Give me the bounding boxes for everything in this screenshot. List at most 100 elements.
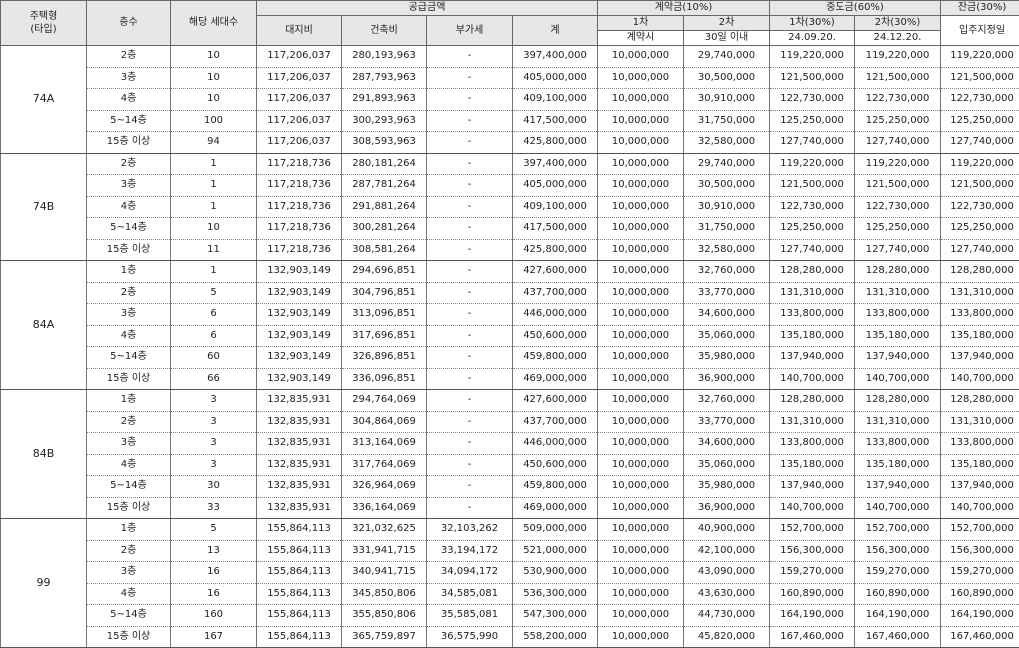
balance-cell: 131,310,000	[941, 411, 1019, 433]
type-cell: 74B	[1, 153, 87, 261]
vat-cell: -	[427, 433, 513, 455]
middle-2-cell: 135,180,000	[855, 454, 941, 476]
vat-cell: -	[427, 390, 513, 412]
middle-1-cell: 140,700,000	[770, 368, 855, 390]
header-floor: 층수	[87, 1, 171, 46]
deposit-2-cell: 43,090,000	[684, 562, 770, 584]
vat-cell: 34,094,172	[427, 562, 513, 584]
middle-2-cell: 140,700,000	[855, 497, 941, 519]
middle-2-cell: 131,310,000	[855, 411, 941, 433]
deposit-1-cell: 10,000,000	[598, 239, 684, 261]
table-row: 15층 이상94117,206,037308,593,963-425,800,0…	[1, 132, 1019, 154]
balance-cell: 127,740,000	[941, 239, 1019, 261]
table-row: 3층3132,835,931313,164,069-446,000,00010,…	[1, 433, 1019, 455]
middle-2-cell: 137,940,000	[855, 476, 941, 498]
table-row: 2층5132,903,149304,796,851-437,700,00010,…	[1, 282, 1019, 304]
deposit-1-cell: 10,000,000	[598, 67, 684, 89]
land-cost-cell: 117,206,037	[257, 89, 342, 111]
header-type: 주택형 (타입)	[1, 1, 87, 46]
total-cell: 450,600,000	[513, 454, 598, 476]
land-cost-cell: 155,864,113	[257, 626, 342, 648]
vat-cell: -	[427, 175, 513, 197]
units-cell: 10	[171, 89, 257, 111]
land-cost-cell: 117,206,037	[257, 110, 342, 132]
table-row: 5~14층160155,864,113355,850,80635,585,081…	[1, 605, 1019, 627]
header-building: 건축비	[342, 16, 427, 46]
units-cell: 66	[171, 368, 257, 390]
deposit-1-cell: 10,000,000	[598, 347, 684, 369]
building-cost-cell: 280,193,963	[342, 46, 427, 68]
building-cost-cell: 326,964,069	[342, 476, 427, 498]
units-cell: 6	[171, 325, 257, 347]
units-cell: 3	[171, 411, 257, 433]
total-cell: 425,800,000	[513, 132, 598, 154]
table-row: 4층3132,835,931317,764,069-450,600,00010,…	[1, 454, 1019, 476]
total-cell: 459,800,000	[513, 476, 598, 498]
deposit-1-cell: 10,000,000	[598, 110, 684, 132]
balance-cell: 140,700,000	[941, 368, 1019, 390]
header-mid2-date: 24.12.20.	[855, 31, 941, 46]
deposit-2-cell: 30,500,000	[684, 67, 770, 89]
building-cost-cell: 308,593,963	[342, 132, 427, 154]
units-cell: 10	[171, 67, 257, 89]
middle-1-cell: 160,890,000	[770, 583, 855, 605]
units-cell: 6	[171, 304, 257, 326]
total-cell: 450,600,000	[513, 325, 598, 347]
balance-cell: 133,800,000	[941, 433, 1019, 455]
balance-cell: 135,180,000	[941, 325, 1019, 347]
middle-2-cell: 127,740,000	[855, 132, 941, 154]
units-cell: 3	[171, 433, 257, 455]
building-cost-cell: 317,764,069	[342, 454, 427, 476]
building-cost-cell: 300,293,963	[342, 110, 427, 132]
land-cost-cell: 132,835,931	[257, 476, 342, 498]
deposit-2-cell: 40,900,000	[684, 519, 770, 541]
floor-cell: 4층	[87, 89, 171, 111]
middle-1-cell: 121,500,000	[770, 67, 855, 89]
deposit-2-cell: 32,580,000	[684, 239, 770, 261]
deposit-1-cell: 10,000,000	[598, 325, 684, 347]
middle-2-cell: 140,700,000	[855, 368, 941, 390]
land-cost-cell: 155,864,113	[257, 519, 342, 541]
units-cell: 1	[171, 153, 257, 175]
table-header: 주택형 (타입) 층수 해당 세대수 공급금액 계약금(10%) 중도금(60%…	[1, 1, 1019, 46]
building-cost-cell: 340,941,715	[342, 562, 427, 584]
middle-1-cell: 119,220,000	[770, 46, 855, 68]
balance-cell: 133,800,000	[941, 304, 1019, 326]
vat-cell: -	[427, 89, 513, 111]
land-cost-cell: 132,903,149	[257, 261, 342, 283]
units-cell: 3	[171, 390, 257, 412]
deposit-2-cell: 29,740,000	[684, 46, 770, 68]
deposit-1-cell: 10,000,000	[598, 175, 684, 197]
vat-cell: -	[427, 497, 513, 519]
deposit-2-cell: 32,760,000	[684, 261, 770, 283]
header-balance-when: 입주지정일	[941, 16, 1019, 46]
units-cell: 1	[171, 196, 257, 218]
header-supply: 공급금액	[257, 1, 598, 16]
middle-1-cell: 133,800,000	[770, 304, 855, 326]
balance-cell: 122,730,000	[941, 89, 1019, 111]
floor-cell: 3층	[87, 433, 171, 455]
land-cost-cell: 155,864,113	[257, 562, 342, 584]
vat-cell: -	[427, 218, 513, 240]
floor-cell: 2층	[87, 46, 171, 68]
land-cost-cell: 117,218,736	[257, 218, 342, 240]
land-cost-cell: 132,903,149	[257, 304, 342, 326]
floor-cell: 15층 이상	[87, 626, 171, 648]
vat-cell: 36,575,990	[427, 626, 513, 648]
table-row: 4층6132,903,149317,696,851-450,600,00010,…	[1, 325, 1019, 347]
floor-cell: 15층 이상	[87, 497, 171, 519]
vat-cell: -	[427, 196, 513, 218]
land-cost-cell: 132,903,149	[257, 282, 342, 304]
building-cost-cell: 317,696,851	[342, 325, 427, 347]
deposit-2-cell: 31,750,000	[684, 218, 770, 240]
middle-2-cell: 135,180,000	[855, 325, 941, 347]
deposit-1-cell: 10,000,000	[598, 153, 684, 175]
table-row: 5~14층10117,218,736300,281,264-417,500,00…	[1, 218, 1019, 240]
building-cost-cell: 326,896,851	[342, 347, 427, 369]
deposit-1-cell: 10,000,000	[598, 519, 684, 541]
vat-cell: -	[427, 67, 513, 89]
floor-cell: 3층	[87, 304, 171, 326]
total-cell: 547,300,000	[513, 605, 598, 627]
vat-cell: -	[427, 454, 513, 476]
middle-1-cell: 131,310,000	[770, 411, 855, 433]
